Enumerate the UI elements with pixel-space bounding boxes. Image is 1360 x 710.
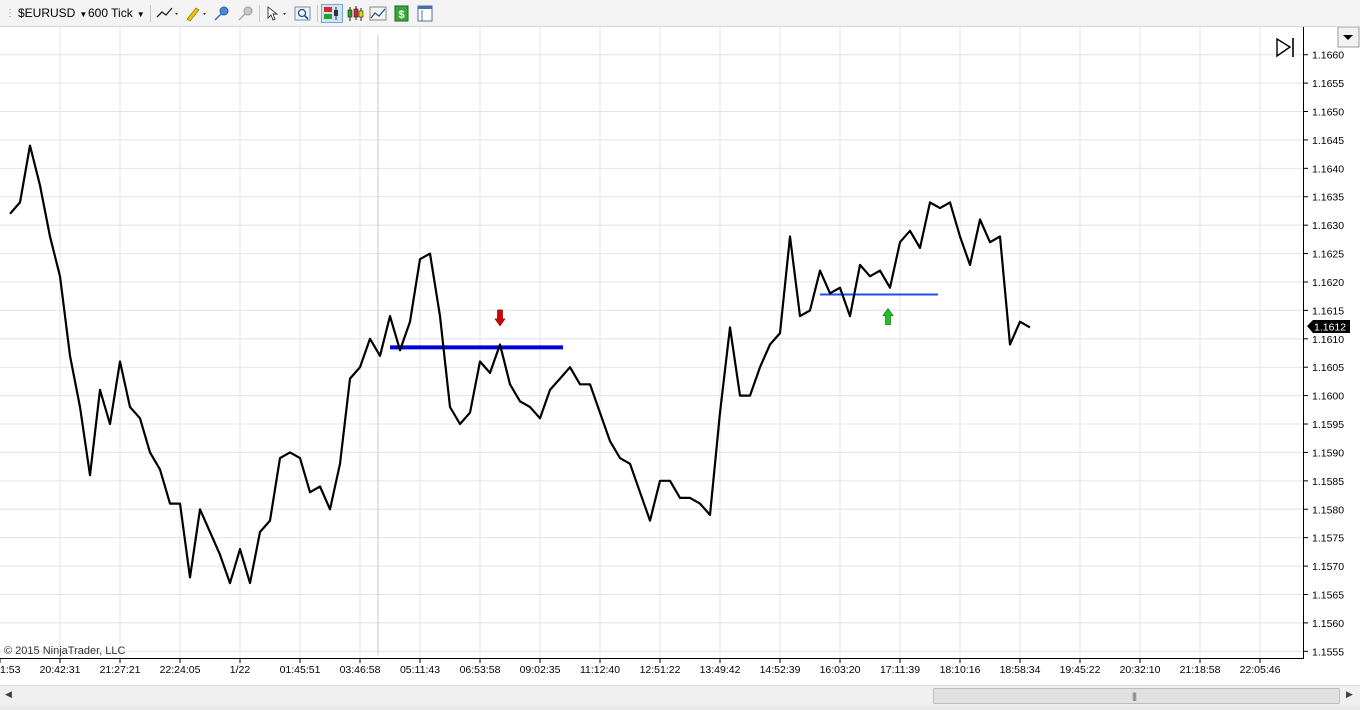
instrument-selector[interactable]: $EURUSD ▼: [18, 4, 87, 23]
price-tick-label: 1.1650: [1312, 107, 1344, 119]
zoom-icon: [294, 6, 311, 21]
toolbar-separator: [259, 5, 260, 22]
chart-grid: [0, 27, 1303, 658]
scrollbar-grip-icon: |||: [1132, 691, 1137, 701]
price-tick-label: 1.1585: [1312, 476, 1344, 488]
price-series-line: [9, 144, 1031, 585]
time-tick-label: 21:18:58: [1180, 664, 1221, 676]
toolbar-separator: [317, 5, 318, 22]
strategies-button[interactable]: $: [392, 4, 412, 23]
price-axis-menu-button[interactable]: [1337, 26, 1360, 48]
time-tick-label: 12:51:22: [640, 664, 681, 676]
price-tick-label: 1.1565: [1312, 589, 1344, 601]
scrollbar-thumb[interactable]: |||: [933, 688, 1340, 704]
buy-arrow-icon: [882, 308, 894, 325]
price-tick-label: 1.1620: [1312, 277, 1344, 289]
remove-drawings-button[interactable]: [236, 4, 256, 23]
play-to-end-button[interactable]: [1272, 35, 1300, 61]
price-marker-label: 1.1612: [1314, 322, 1346, 334]
snap-tool-button[interactable]: [212, 4, 232, 23]
price-tick-label: 1.1605: [1312, 362, 1344, 374]
time-tick-label: 22:24:05: [160, 664, 201, 676]
time-tick-label: 1/22: [230, 664, 251, 676]
price-tick-label: 1.1590: [1312, 447, 1344, 459]
price-axis: 1.1660 1.1655 1.1650 1.1645 1.1640 1.1635 1.16…: [1303, 50, 1344, 658]
price-tick-label: 1.1595: [1312, 419, 1344, 431]
drawing-tools-button[interactable]: [156, 4, 180, 23]
chart-style-button[interactable]: [345, 4, 365, 23]
time-tick-label: 17:11:39: [880, 664, 920, 676]
price-tick-label: 1.1625: [1312, 249, 1344, 261]
pin-disabled-icon: [238, 6, 253, 21]
price-tick-label: 1.1570: [1312, 561, 1344, 573]
line-drawing-icon: [156, 7, 178, 18]
time-tick-label: 20:42:31: [40, 664, 81, 676]
time-tick-label: 18:58:34: [1000, 664, 1041, 676]
time-axis: 20:01:53 20:42:31 21:27:21 22:24:05 1/22 01:4…: [0, 658, 1281, 676]
time-tick-label: 13:49:42: [700, 664, 741, 676]
price-tick-label: 1.1640: [1312, 163, 1344, 175]
time-tick-label: 11:12:40: [580, 664, 620, 676]
chart-annotations: [390, 293, 938, 350]
pencil-tool-button[interactable]: [184, 4, 208, 23]
time-tick-label: 22:05:46: [1240, 664, 1281, 676]
indicators-button[interactable]: [368, 4, 388, 23]
pencil-icon: [186, 7, 206, 22]
scroll-left-icon[interactable]: ◀: [5, 689, 12, 700]
zoom-button[interactable]: [293, 4, 313, 23]
price-tick-label: 1.1645: [1312, 135, 1344, 147]
interval-selector[interactable]: 600 Tick ▼: [88, 4, 145, 23]
time-tick-label: 18:10:16: [940, 664, 981, 676]
price-tick-label: 1.1630: [1312, 220, 1344, 232]
pin-icon: [214, 6, 229, 21]
instrument-caret-icon: ▼: [79, 10, 88, 19]
price-tick-label: 1.1575: [1312, 533, 1344, 545]
price-tick-label: 1.1610: [1312, 334, 1344, 346]
time-tick-label: 03:46:58: [340, 664, 381, 676]
properties-button[interactable]: [415, 4, 435, 23]
price-tick-label: 1.1660: [1312, 50, 1344, 62]
chart-trader-button[interactable]: [321, 4, 343, 23]
interval-caret-icon: ▼: [136, 10, 145, 19]
price-tick-label: 1.1615: [1312, 305, 1344, 317]
price-tick-label: 1.1580: [1312, 504, 1344, 516]
candlestick-icon: [347, 6, 364, 21]
time-tick-label: 20:01:53: [0, 664, 21, 676]
interval-label: 600 Tick: [88, 6, 133, 20]
time-scrollbar[interactable]: ◀ ||| ▶: [0, 685, 1360, 706]
price-tick-label: 1.1600: [1312, 391, 1344, 403]
time-tick-label: 14:52:39: [760, 664, 801, 676]
price-tick-label: 1.1635: [1312, 192, 1344, 204]
time-tick-label: 05:11:43: [400, 664, 440, 676]
svg-text:$: $: [398, 9, 404, 21]
time-tick-label: 19:45:22: [1060, 664, 1101, 676]
scroll-right-icon[interactable]: ▶: [1346, 689, 1353, 700]
chart-canvas[interactable]: 1.1660 1.1655 1.1650 1.1645 1.1640 1.1635 1.16…: [0, 26, 1360, 685]
time-tick-label: 06:53:58: [460, 664, 501, 676]
time-tick-label: 09:02:35: [520, 664, 561, 676]
cursor-icon: [267, 6, 286, 21]
cursor-tool-button[interactable]: [264, 4, 290, 23]
price-tick-label: 1.1560: [1312, 618, 1344, 630]
time-tick-label: 20:32:10: [1120, 664, 1161, 676]
time-tick-label: 21:27:21: [100, 664, 141, 676]
chart-toolbar: ⋮ $EURUSD ▼ 600 Tick ▼ $: [0, 0, 1360, 27]
sell-arrow-icon: [494, 309, 506, 327]
time-tick-label: 01:45:51: [280, 664, 321, 676]
price-chart[interactable]: 1.1660 1.1655 1.1650 1.1645 1.1640 1.1635 1.16…: [0, 26, 1360, 685]
window-border: [0, 706, 1360, 710]
dollar-strategy-icon: $: [394, 5, 409, 22]
time-tick-label: 16:03:20: [820, 664, 861, 676]
properties-panel-icon: [417, 5, 433, 22]
instrument-label: $EURUSD: [18, 6, 76, 20]
indicator-chart-icon: [369, 6, 387, 21]
copyright-label: © 2015 NinjaTrader, LLC: [4, 645, 125, 657]
last-price-marker: 1.1612: [1307, 320, 1350, 334]
toolbar-grip: ⋮: [5, 8, 15, 19]
price-tick-label: 1.1555: [1312, 646, 1344, 658]
toolbar-separator: [150, 5, 151, 22]
chart-trader-icon: [324, 7, 338, 20]
price-tick-label: 1.1655: [1312, 78, 1344, 90]
